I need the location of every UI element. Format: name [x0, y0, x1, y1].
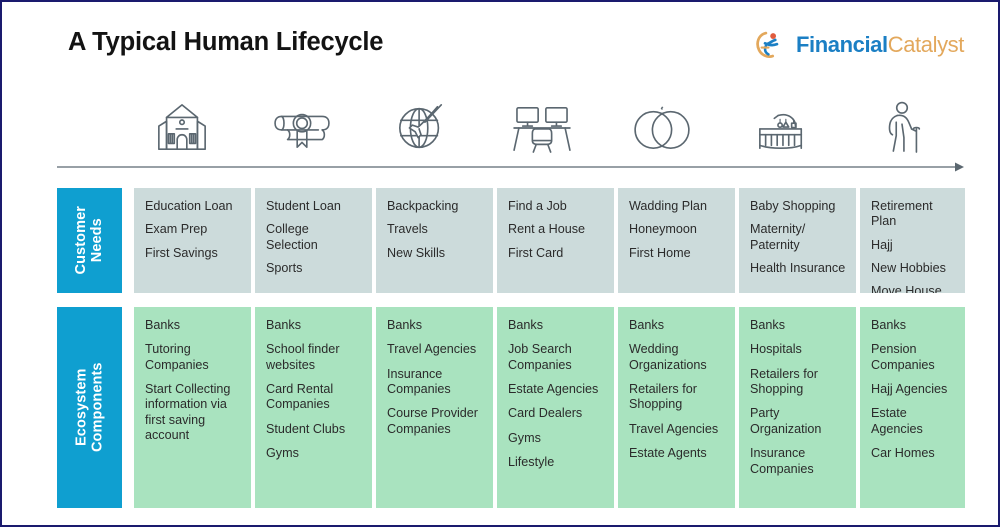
infographic-canvas: A Typical Human Lifecycle FinancialCatal… [0, 0, 1000, 527]
list-item: Estate Agencies [508, 382, 599, 397]
list-item: Student Clubs [266, 421, 346, 436]
list-item: Hajj Agencies [871, 382, 948, 397]
header: A Typical Human Lifecycle FinancialCatal… [2, 2, 998, 88]
list-item: Car Homes [871, 446, 935, 461]
list-item: Banks [629, 318, 665, 332]
list-item: Retailers for Shopping [629, 382, 697, 412]
band-label-line1: Customer [73, 206, 90, 275]
band-label-line2: Components [89, 362, 106, 453]
band-ecosystem-components: Ecosystem Components Banks Tutoring Comp… [57, 307, 965, 508]
needs-cell-marriage[interactable]: Wadding Plan Honeymoon First Home [618, 188, 735, 293]
globe-airplane-icon [362, 98, 482, 158]
list-item: Wedding Organizations [629, 342, 707, 372]
list-item: New Skills [387, 245, 446, 260]
ecosystem-cell-travel[interactable]: Banks Travel Agencies Insurance Companie… [376, 307, 493, 508]
list-item: New Hobbies [871, 261, 946, 276]
list-item: Banks [145, 318, 181, 332]
list-item: Course Provider Companies [387, 406, 478, 436]
school-building-icon [122, 98, 242, 158]
needs-cell-parenthood[interactable]: Baby Shopping Maternity/ Paternity Healt… [739, 188, 856, 293]
ecosystem-cell-school[interactable]: Banks Tutoring Companies Start Collectin… [134, 307, 251, 508]
band-customer-needs: Customer Needs Education Loan Exam Prep … [57, 188, 965, 293]
list-item: Health Insurance [750, 261, 846, 276]
ecosystem-cell-retirement[interactable]: Banks Pension Companies Hajj Agencies Es… [860, 307, 965, 508]
brand-name-primary: Financial [795, 32, 888, 57]
ecosystem-cell-parenthood[interactable]: Banks Hospitals Retailers for Shopping P… [739, 307, 856, 508]
list-item: Student Loan [266, 199, 341, 213]
needs-cell-graduation[interactable]: Student Loan College Selection Sports [255, 188, 372, 293]
list-item: Find a Job [508, 199, 567, 213]
desk-monitors-chair-icon [482, 98, 602, 158]
brand-wordmark: FinancialCatalyst [796, 32, 964, 58]
band-label-customer-needs: Customer Needs [57, 188, 122, 293]
running-figure-icon [754, 28, 788, 62]
list-item: Retirement Plan [871, 199, 933, 229]
list-item: School finder websites [266, 342, 340, 372]
list-item: Insurance Companies [750, 446, 814, 476]
list-item: Education Loan [145, 199, 233, 213]
list-item: First Savings [145, 245, 218, 260]
list-item: Estate Agents [629, 446, 707, 461]
list-item: Card Rental Companies [266, 382, 334, 412]
list-item: Gyms [266, 446, 299, 461]
ecosystem-cells: Banks Tutoring Companies Start Collectin… [134, 307, 965, 508]
list-item: Baby Shopping [750, 199, 836, 213]
list-item: Rent a House [508, 222, 586, 237]
needs-cell-travel[interactable]: Backpacking Travels New Skills [376, 188, 493, 293]
list-item: Exam Prep [145, 222, 208, 237]
list-item: Backpacking [387, 199, 459, 213]
page-title: A Typical Human Lifecycle [68, 28, 384, 56]
band-label-ecosystem-components: Ecosystem Components [57, 307, 122, 508]
list-item: Maternity/ Paternity [750, 222, 806, 252]
list-item: First Home [629, 245, 691, 260]
list-item: Estate Agencies [871, 406, 923, 436]
wedding-rings-icon [602, 98, 722, 158]
list-item: First Card [508, 245, 564, 260]
lifecycle-icon-strip [57, 98, 964, 160]
brand-name-secondary: Catalyst [887, 32, 965, 57]
list-item: Insurance Companies [387, 366, 451, 397]
list-item: Retailers for Shopping [750, 366, 818, 397]
list-item: Travel Agencies [387, 342, 477, 357]
list-item: Hajj [871, 237, 893, 252]
list-item: Card Dealers [508, 406, 583, 421]
list-item: Banks [508, 318, 544, 332]
list-item: Pension Companies [871, 342, 935, 372]
lifecycle-timeline-arrow [57, 162, 964, 172]
list-item: Sports [266, 261, 303, 276]
list-item: Party Organization [750, 406, 822, 436]
list-item: Gyms [508, 430, 541, 445]
list-item: Travels [387, 222, 428, 237]
list-item: Lifestyle [508, 455, 555, 470]
list-item: Hospitals [750, 342, 802, 357]
list-item: Travel Agencies [629, 421, 719, 436]
list-item: Start Collecting information via first s… [145, 382, 231, 443]
ecosystem-cell-graduation[interactable]: Banks School finder websites Card Rental… [255, 307, 372, 508]
list-item: Banks [387, 318, 423, 332]
band-label-line1: Ecosystem [73, 368, 90, 447]
list-item: College Selection [266, 222, 318, 252]
brand-logo: FinancialCatalyst [754, 28, 964, 62]
elderly-person-cane-icon [842, 98, 962, 158]
baby-crib-icon [722, 98, 842, 158]
list-item: Banks [871, 318, 907, 332]
needs-cells: Education Loan Exam Prep First Savings S… [134, 188, 965, 293]
needs-cell-school[interactable]: Education Loan Exam Prep First Savings [134, 188, 251, 293]
list-item: Wadding Plan [629, 199, 707, 213]
list-item: Move House [871, 284, 942, 293]
list-item: Tutoring Companies [145, 342, 209, 372]
ecosystem-cell-work[interactable]: Banks Job Search Companies Estate Agenci… [497, 307, 614, 508]
lifecycle-matrix: Customer Needs Education Loan Exam Prep … [57, 188, 965, 508]
ecosystem-cell-marriage[interactable]: Banks Wedding Organizations Retailers fo… [618, 307, 735, 508]
list-item: Banks [266, 318, 302, 332]
needs-cell-work[interactable]: Find a Job Rent a House First Card [497, 188, 614, 293]
list-item: Job Search Companies [508, 342, 572, 372]
list-item: Honeymoon [629, 222, 697, 237]
band-label-line2: Needs [89, 218, 106, 263]
list-item: Banks [750, 318, 786, 332]
needs-cell-retirement[interactable]: Retirement Plan Hajj New Hobbies Move Ho… [860, 188, 965, 293]
diploma-certificate-icon [242, 98, 362, 158]
